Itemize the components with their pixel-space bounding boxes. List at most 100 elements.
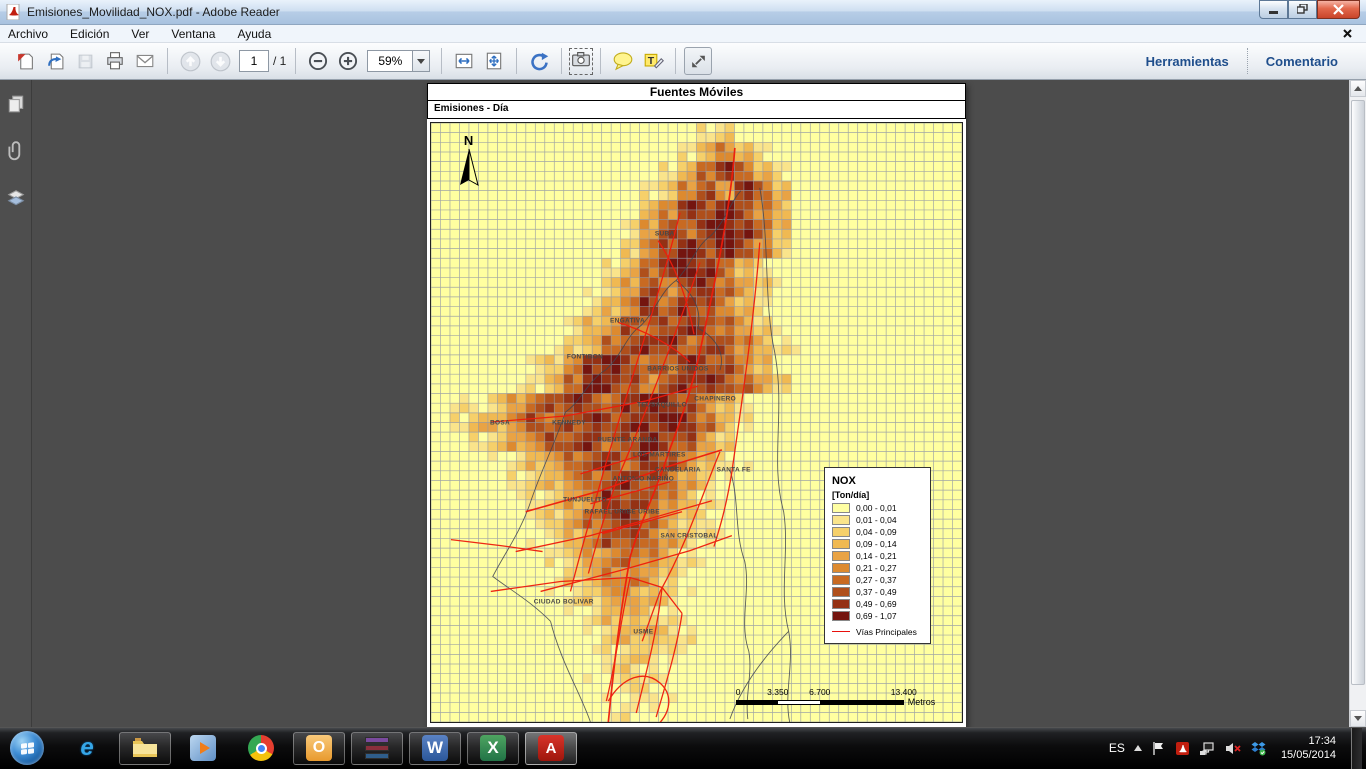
scale-tick: 0 [736,687,741,697]
district-label: LOS MARTIRES [633,452,686,459]
zoom-in-icon[interactable] [334,47,362,75]
volume-muted-icon[interactable] [1225,741,1242,756]
scale-unit: Metros [908,697,936,707]
zoom-level-select[interactable]: 59% [367,50,430,72]
start-button[interactable] [10,731,44,765]
legend-row: 0,69 - 1,07 [832,610,923,622]
action-center-flag-icon[interactable] [1151,741,1166,756]
email-icon[interactable] [131,47,159,75]
print-icon[interactable] [101,47,129,75]
district-label: SANTA FE [717,467,751,474]
district-label: RAFAEL URIBE URIBE [584,509,659,516]
taskbar-app-outlook[interactable]: O [293,732,345,765]
fit-page-icon[interactable] [480,47,508,75]
map-legend: NOX [Ton/día] 0,00 - 0,010,01 - 0,040,04… [824,467,931,644]
legend-row: 0,09 - 0,14 [832,538,923,550]
district-label: KENNEDY [552,419,586,426]
rotate-view-icon[interactable] [525,47,553,75]
legend-range-label: 0,04 - 0,09 [856,527,897,537]
tray-time: 17:34 [1281,734,1336,748]
open-icon[interactable] [11,47,39,75]
tray-date: 15/05/2014 [1281,748,1336,762]
legend-row: 0,01 - 0,04 [832,514,923,526]
taskbar-app-word[interactable]: W [409,732,461,765]
scroll-thumb[interactable] [1351,100,1365,685]
fullscreen-icon[interactable] [684,47,712,75]
scale-bar: 03.3506.70013.400 Metros [736,687,936,707]
attachments-icon[interactable] [6,140,26,162]
network-icon[interactable] [1199,741,1216,756]
district-label: USME [633,629,653,636]
toolbar: 1 / 1 59% T [0,43,1366,80]
close-document-icon[interactable] [1343,25,1352,43]
page-number-input[interactable]: 1 [239,50,269,72]
district-label: ANTONIO NARIÑO [613,476,675,483]
page-thumbnails-icon[interactable] [6,94,26,114]
fit-width-icon[interactable] [450,47,478,75]
zoom-dropdown-arrow-icon[interactable] [413,50,430,72]
adobe-updater-icon[interactable] [1175,741,1190,756]
restore-button[interactable] [1288,0,1317,19]
legend-swatch [832,527,850,537]
page-count-label: / 1 [273,54,286,68]
document-area[interactable]: Fuentes Móviles Emisiones - Día [32,80,1349,727]
taskbar-app-adobe-reader[interactable]: A [525,732,577,765]
comment-panel-button[interactable]: Comentario [1248,54,1356,69]
menu-item-edicion[interactable]: Edición [70,27,109,41]
district-label: SAN CRISTOBAL [660,533,717,540]
district-label: CIUDAD BOLIVAR [534,599,594,606]
tray-expand-icon[interactable] [1134,745,1142,751]
road-line-label: Vías Principales [856,627,917,637]
road-line-swatch [832,631,850,632]
district-label: BOSA [490,419,510,426]
district-label: CANDELARIA [655,467,701,474]
layers-icon[interactable] [6,188,26,208]
legend-range-label: 0,37 - 0,49 [856,587,897,597]
windows-flag-icon [21,742,34,754]
district-label: FONTIBON [567,353,603,360]
tray-language[interactable]: ES [1109,741,1125,755]
scroll-down-button[interactable] [1350,710,1366,727]
close-button[interactable] [1317,0,1360,19]
minimize-button[interactable] [1259,0,1288,19]
window-title: Emisiones_Movilidad_NOX.pdf - Adobe Read… [27,5,280,19]
next-page-icon[interactable] [206,47,234,75]
menu-item-ver[interactable]: Ver [131,27,149,41]
comment-bubble-icon[interactable] [609,47,637,75]
legend-unit: [Ton/día] [832,490,923,500]
save-icon[interactable] [71,47,99,75]
taskbar-app-windows-explorer[interactable] [119,732,171,765]
dropbox-icon[interactable] [1251,741,1266,756]
vertical-scrollbar[interactable] [1349,80,1366,727]
show-desktop-button[interactable] [1351,728,1362,769]
pdf-page: Fuentes Móviles Emisiones - Día [427,83,966,727]
legend-range-label: 0,14 - 0,21 [856,551,897,561]
zoom-out-icon[interactable] [304,47,332,75]
legend-swatch [832,611,850,621]
previous-page-icon[interactable] [176,47,204,75]
taskbar-app-media-player[interactable] [177,732,229,765]
tray-clock[interactable]: 17:34 15/05/2014 [1281,734,1336,763]
taskbar-app-chrome[interactable] [235,732,287,765]
legend-row: 0,14 - 0,21 [832,550,923,562]
legend-range-label: 0,27 - 0,37 [856,575,897,585]
district-label: ENGATIVA [610,317,645,324]
snapshot-icon[interactable] [569,48,593,75]
menu-item-ventana[interactable]: Ventana [171,27,215,41]
taskbar-app-excel[interactable]: X [467,732,519,765]
legend-row: 0,27 - 0,37 [832,574,923,586]
menu-item-ayuda[interactable]: Ayuda [237,27,271,41]
legend-swatch [832,599,850,609]
adobe-reader-app-icon [6,4,22,20]
taskbar-app-internet-explorer[interactable]: e [61,732,113,765]
save-as-icon[interactable] [41,47,69,75]
tools-panel-button[interactable]: Herramientas [1128,54,1247,69]
legend-row: 0,04 - 0,09 [832,526,923,538]
menu-item-archivo[interactable]: Archivo [8,27,48,41]
scroll-up-button[interactable] [1350,80,1366,97]
text-highlight-icon[interactable]: T [639,47,667,75]
legend-title: NOX [832,475,923,487]
titlebar: Emisiones_Movilidad_NOX.pdf - Adobe Read… [0,0,1366,25]
taskbar-app-winrar[interactable] [351,732,403,765]
legend-swatch [832,503,850,513]
